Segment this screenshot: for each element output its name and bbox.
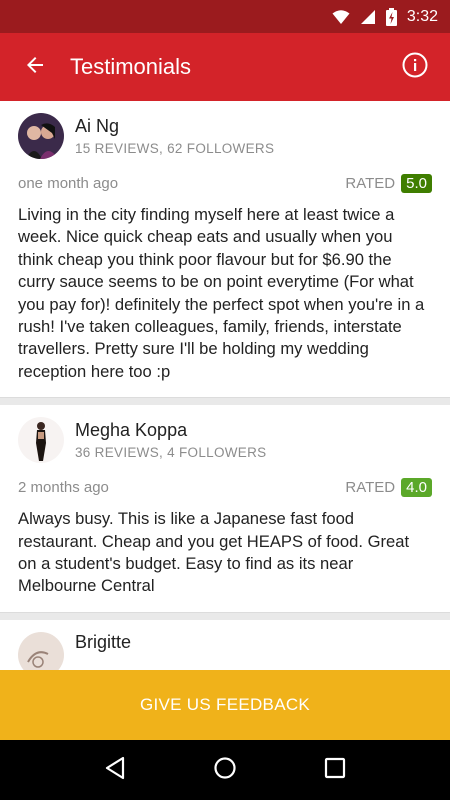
app-bar: Testimonials	[0, 33, 450, 101]
nav-back-icon	[104, 756, 126, 785]
divider	[0, 611, 450, 620]
rating-badge: 5.0	[401, 173, 432, 193]
nav-recents-icon	[324, 757, 346, 784]
reviewer-name[interactable]: Brigitte	[75, 632, 131, 653]
reviews-list[interactable]: Ai Ng 15 REVIEWS, 62 FOLLOWERS one month…	[0, 101, 450, 670]
wifi-icon	[332, 9, 350, 25]
give-feedback-button[interactable]: GIVE US FEEDBACK	[0, 670, 450, 740]
reviewer-stats: 15 REVIEWS, 62 FOLLOWERS	[75, 141, 275, 156]
status-bar: 3:32	[0, 0, 450, 33]
reviewer-stats: 36 REVIEWS, 4 FOLLOWERS	[75, 445, 267, 461]
nav-home-button[interactable]	[205, 750, 245, 790]
back-arrow-icon	[23, 53, 47, 82]
divider	[0, 397, 450, 406]
battery-charging-icon	[385, 7, 397, 26]
review-card: Megha Koppa 36 REVIEWS, 4 FOLLOWERS 2 mo…	[0, 405, 450, 612]
nav-back-button[interactable]	[95, 750, 135, 790]
reviewer-name[interactable]: Megha Koppa	[75, 420, 266, 441]
rated-label: RATED	[345, 174, 396, 192]
avatar[interactable]	[18, 113, 64, 159]
page-title: Testimonials	[70, 54, 192, 79]
review-time: 2 months ago	[18, 478, 109, 496]
info-icon	[402, 52, 428, 83]
avatar[interactable]	[18, 631, 64, 670]
signal-icon	[360, 9, 376, 25]
review-card: Ai Ng 15 REVIEWS, 62 FOLLOWERS one month…	[0, 101, 450, 397]
nav-recents-button[interactable]	[315, 750, 355, 790]
rating: RATED 4.0	[345, 477, 432, 497]
rating: RATED 5.0	[345, 173, 432, 193]
review-time: one month ago	[18, 174, 119, 192]
avatar[interactable]	[18, 417, 64, 464]
review-card: Brigitte	[0, 620, 450, 670]
rated-label: RATED	[345, 478, 396, 496]
status-time: 3:32	[406, 7, 438, 25]
reviewer-name[interactable]: Ai Ng	[75, 116, 274, 137]
review-text: Always busy. This is like a Japanese fas…	[18, 509, 410, 596]
back-button[interactable]	[0, 33, 70, 101]
nav-home-icon	[213, 756, 237, 785]
system-nav-bar	[0, 740, 450, 800]
review-text: Living in the city finding myself here a…	[18, 205, 425, 381]
info-button[interactable]	[380, 33, 450, 101]
rating-badge: 4.0	[401, 477, 432, 497]
